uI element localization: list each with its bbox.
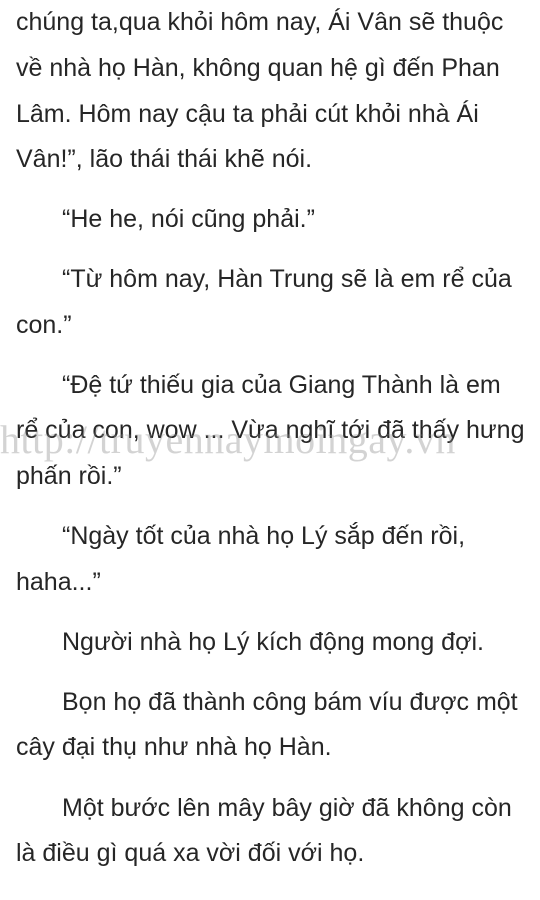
text-line: “Từ hôm nay, Hàn Trung sẽ là em rể của xyxy=(62,265,512,293)
text-line: “Ngày tốt của nhà họ Lý sắp đến rồi, xyxy=(62,522,466,550)
text-line: Người nhà họ Lý kích động mong đợi. xyxy=(62,628,484,656)
text-line: Vân!”, lão thái thái khẽ nói. xyxy=(16,145,313,173)
text-line: Bọn họ đã thành công bám víu được một xyxy=(62,688,518,716)
text-line: “Đệ tứ thiếu gia của Giang Thành là em xyxy=(62,371,501,399)
text-line: chúng ta,qua khỏi hôm nay, Ái Vân sẽ thu… xyxy=(16,8,504,36)
text-line: Lâm. Hôm nay cậu ta phải cút khỏi nhà Ái xyxy=(16,100,479,128)
document-page: chúng ta,qua khỏi hôm nay, Ái Vân sẽ thu… xyxy=(0,0,540,900)
text-line: “He he, nói cũng phải.” xyxy=(62,205,315,233)
text-line: về nhà họ Hàn, không quan hệ gì đến Phan xyxy=(16,54,500,82)
text-line: haha...” xyxy=(16,568,101,596)
text-line: cây đại thụ như nhà họ Hàn. xyxy=(16,733,332,761)
text-line: con.” xyxy=(16,311,72,339)
text-line: rể của con, wow ... Vừa nghĩ tới đã thấy… xyxy=(16,416,525,444)
text-line: là điều gì quá xa vời đối với họ. xyxy=(16,839,365,867)
text-line: Một bước lên mây bây giờ đã không còn xyxy=(62,794,512,822)
text-line: phấn rồi.” xyxy=(16,462,122,490)
